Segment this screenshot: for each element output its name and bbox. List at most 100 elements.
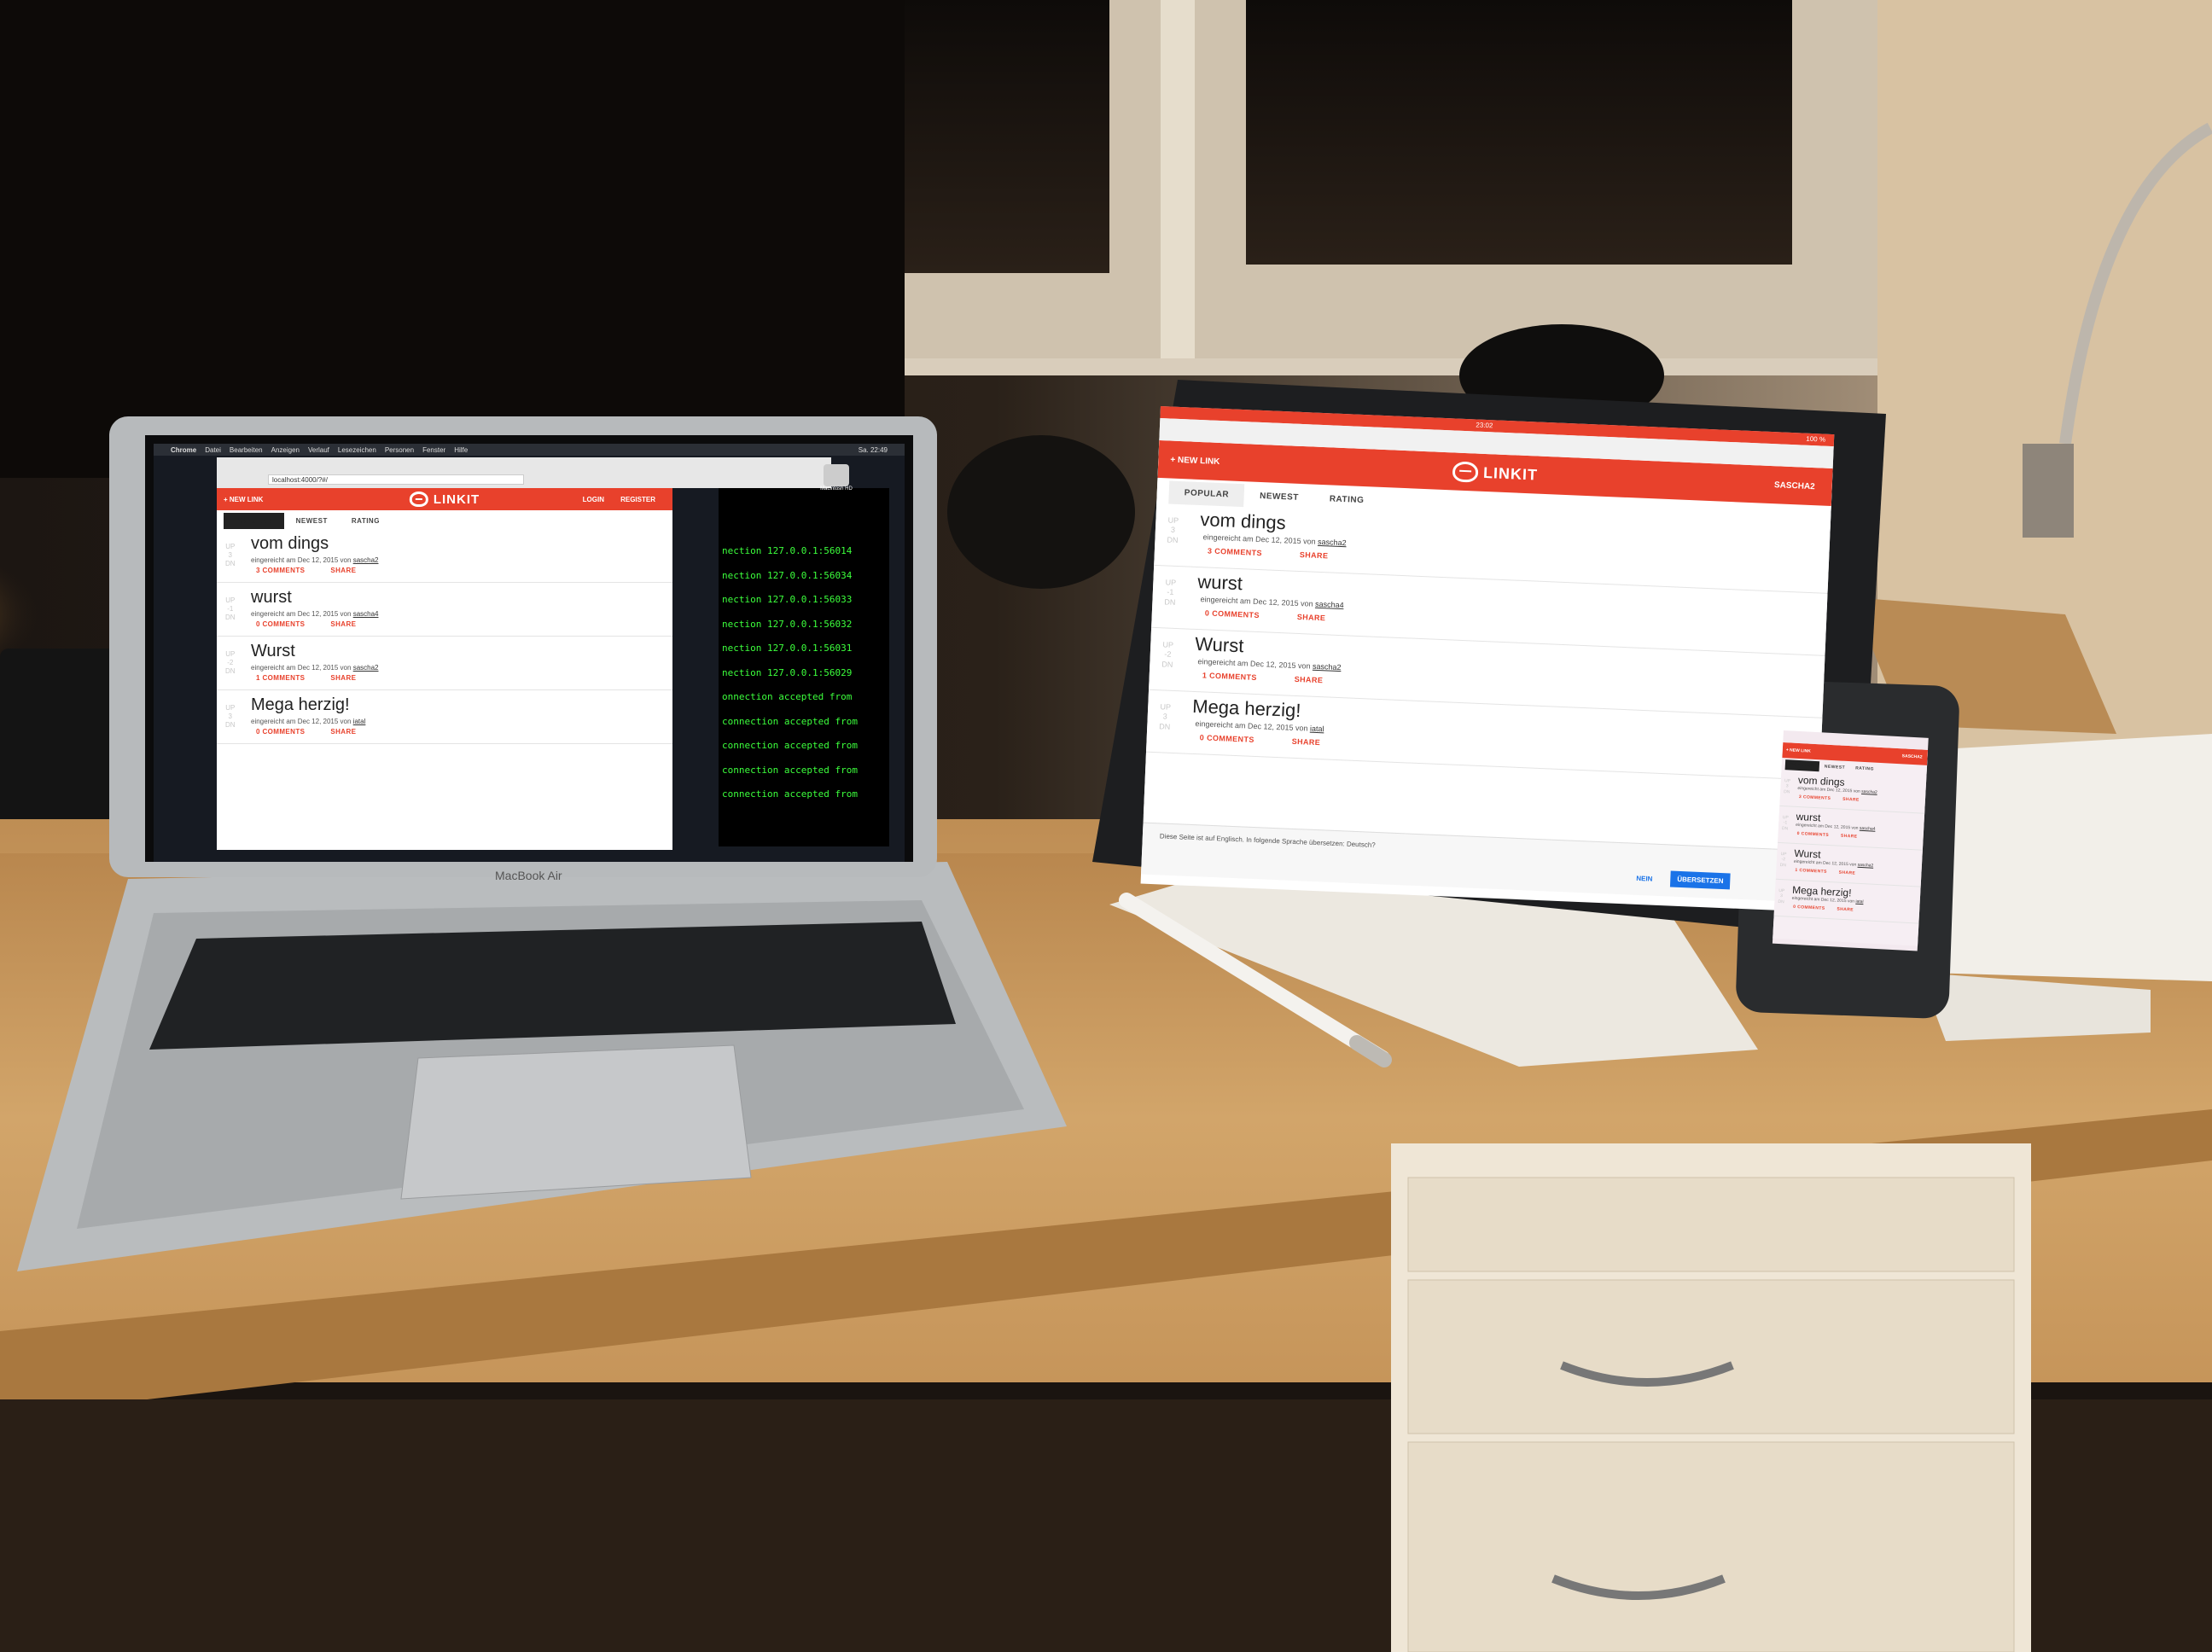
comments-link[interactable]: 3 COMMENTS [256, 567, 305, 574]
menu-item[interactable]: Fenster [422, 446, 445, 454]
post-user[interactable]: sascha2 [1318, 538, 1347, 547]
upvote-button[interactable]: UP [225, 650, 236, 659]
upvote-button[interactable]: UP [1162, 640, 1173, 650]
new-link-button[interactable]: + NEW LINK [224, 496, 263, 503]
share-link[interactable]: SHARE [330, 674, 356, 682]
user-menu[interactable]: SASCHA2 [1774, 480, 1815, 492]
comments-link[interactable]: 0 COMMENTS [256, 728, 305, 736]
share-link[interactable]: SHARE [330, 728, 356, 736]
register-link[interactable]: REGISTER [620, 496, 655, 503]
comments-link[interactable]: 0 COMMENTS [256, 620, 305, 628]
post-title[interactable]: wurst [1796, 811, 1820, 823]
menu-item[interactable]: Hilfe [454, 446, 468, 454]
downvote-button[interactable]: DN [1784, 789, 1790, 795]
share-link[interactable]: SHARE [1839, 870, 1856, 876]
share-link[interactable]: SHARE [1291, 737, 1320, 747]
share-link[interactable]: SHARE [330, 620, 356, 628]
comments-link[interactable]: 1 COMMENTS [1795, 868, 1827, 875]
translate-no-button[interactable]: NEIN [1636, 875, 1652, 883]
downvote-button[interactable]: DN [1161, 660, 1173, 670]
vote-controls: UP 3 DN [1778, 888, 1784, 905]
upvote-button[interactable]: UP [1160, 702, 1171, 713]
desktop-icon[interactable]: Macintosh HD [811, 464, 862, 498]
share-link[interactable]: SHARE [1841, 834, 1858, 840]
upvote-button[interactable]: UP [225, 596, 236, 605]
upvote-button[interactable]: UP [1165, 578, 1176, 588]
translate-prompt: Diese Seite ist auf Englisch. In folgend… [1159, 832, 1376, 849]
share-link[interactable]: SHARE [330, 567, 356, 574]
post-user[interactable]: sascha4 [1315, 600, 1344, 609]
menu-item[interactable]: Personen [385, 446, 414, 454]
post-user[interactable]: sascha4 [353, 610, 379, 618]
by-label: von [340, 556, 352, 564]
tab-popular[interactable]: POPULAR [1168, 480, 1245, 508]
upvote-button[interactable]: UP [225, 704, 236, 713]
post-user[interactable]: iatal [1855, 899, 1863, 905]
post-user[interactable]: iatal [1310, 724, 1324, 734]
share-link[interactable]: SHARE [1297, 613, 1326, 622]
downvote-button[interactable]: DN [1164, 597, 1175, 608]
post-title[interactable]: Wurst [251, 642, 295, 661]
user-menu[interactable]: SASCHA2 [1902, 753, 1923, 759]
tab-rating[interactable]: RATING [340, 513, 392, 529]
menu-item[interactable]: Datei [205, 446, 221, 454]
score: 3 [228, 713, 232, 720]
comments-link[interactable]: 1 COMMENTS [256, 674, 305, 682]
post-user[interactable]: sascha2 [353, 556, 379, 564]
post-user[interactable]: sascha2 [353, 664, 379, 672]
downvote-button[interactable]: DN [1159, 722, 1170, 732]
translate-yes-button[interactable]: ÜBERSETZEN [1669, 870, 1731, 890]
comments-link[interactable]: 3 COMMENTS [1799, 794, 1831, 801]
post-title[interactable]: Mega herzig! [1192, 695, 1301, 722]
post-title[interactable]: wurst [1197, 571, 1243, 595]
menu-item[interactable]: Bearbeiten [230, 446, 263, 454]
post-title[interactable]: Mega herzig! [251, 695, 350, 715]
menu-item[interactable]: Lesezeichen [338, 446, 376, 454]
post-user[interactable]: sascha2 [1861, 789, 1877, 795]
post-title[interactable]: vom dings [1200, 509, 1286, 534]
comments-link[interactable]: 0 COMMENTS [1205, 608, 1260, 620]
share-link[interactable]: SHARE [1300, 550, 1329, 560]
post-user[interactable]: sascha4 [1860, 826, 1876, 832]
upvote-button[interactable]: UP [225, 543, 236, 551]
comments-link[interactable]: 3 COMMENTS [1208, 546, 1262, 557]
tab-newest[interactable]: NEWEST [284, 513, 340, 529]
post-date: Dec 12, 2015 [1254, 534, 1301, 546]
menu-item[interactable]: Anzeigen [271, 446, 300, 454]
tab-rating[interactable]: RATING [1313, 487, 1380, 513]
downvote-button[interactable]: DN [1780, 862, 1787, 868]
downvote-button[interactable]: DN [1778, 899, 1784, 905]
post-title[interactable]: vom dings [251, 534, 329, 554]
comments-link[interactable]: 0 COMMENTS [1200, 733, 1254, 744]
post-user[interactable]: sascha2 [1857, 863, 1873, 869]
login-link[interactable]: LOGIN [583, 496, 604, 503]
post-user[interactable]: sascha2 [1313, 662, 1342, 672]
address-bar[interactable]: localhost:4000/?#/ [268, 474, 524, 485]
post-user[interactable]: iatal [353, 718, 366, 725]
downvote-button[interactable]: DN [1782, 826, 1789, 832]
app-logo[interactable]: LINKIT [409, 492, 480, 507]
share-link[interactable]: SHARE [1837, 907, 1854, 913]
menu-item[interactable]: Verlauf [308, 446, 329, 454]
downvote-button[interactable]: DN [225, 614, 236, 622]
new-link-button[interactable]: + NEW LINK [1786, 747, 1811, 754]
downvote-button[interactable]: DN [225, 560, 236, 568]
share-link[interactable]: SHARE [1295, 675, 1324, 684]
comments-link[interactable]: 0 COMMENTS [1793, 905, 1825, 911]
share-link[interactable]: SHARE [1842, 797, 1860, 803]
downvote-button[interactable]: DN [1167, 535, 1178, 545]
tab-newest[interactable]: NEWEST [1244, 484, 1315, 509]
post-title[interactable]: wurst [251, 588, 292, 608]
downvote-button[interactable]: DN [225, 721, 236, 730]
upvote-button[interactable]: UP [1167, 515, 1179, 526]
menu-item[interactable]: Chrome [171, 446, 196, 454]
downvote-button[interactable]: DN [225, 667, 236, 676]
tab-popular[interactable]: POPULAR [224, 513, 284, 529]
comments-link[interactable]: 1 COMMENTS [1202, 671, 1257, 682]
post-title[interactable]: Wurst [1195, 633, 1244, 657]
comments-link[interactable]: 0 COMMENTS [1797, 831, 1830, 838]
brand-name: LINKIT [1482, 463, 1539, 484]
comment-count: 0 [1199, 733, 1205, 742]
app-logo[interactable]: LINKIT [1452, 461, 1539, 485]
new-link-button[interactable]: + NEW LINK [1170, 455, 1220, 466]
